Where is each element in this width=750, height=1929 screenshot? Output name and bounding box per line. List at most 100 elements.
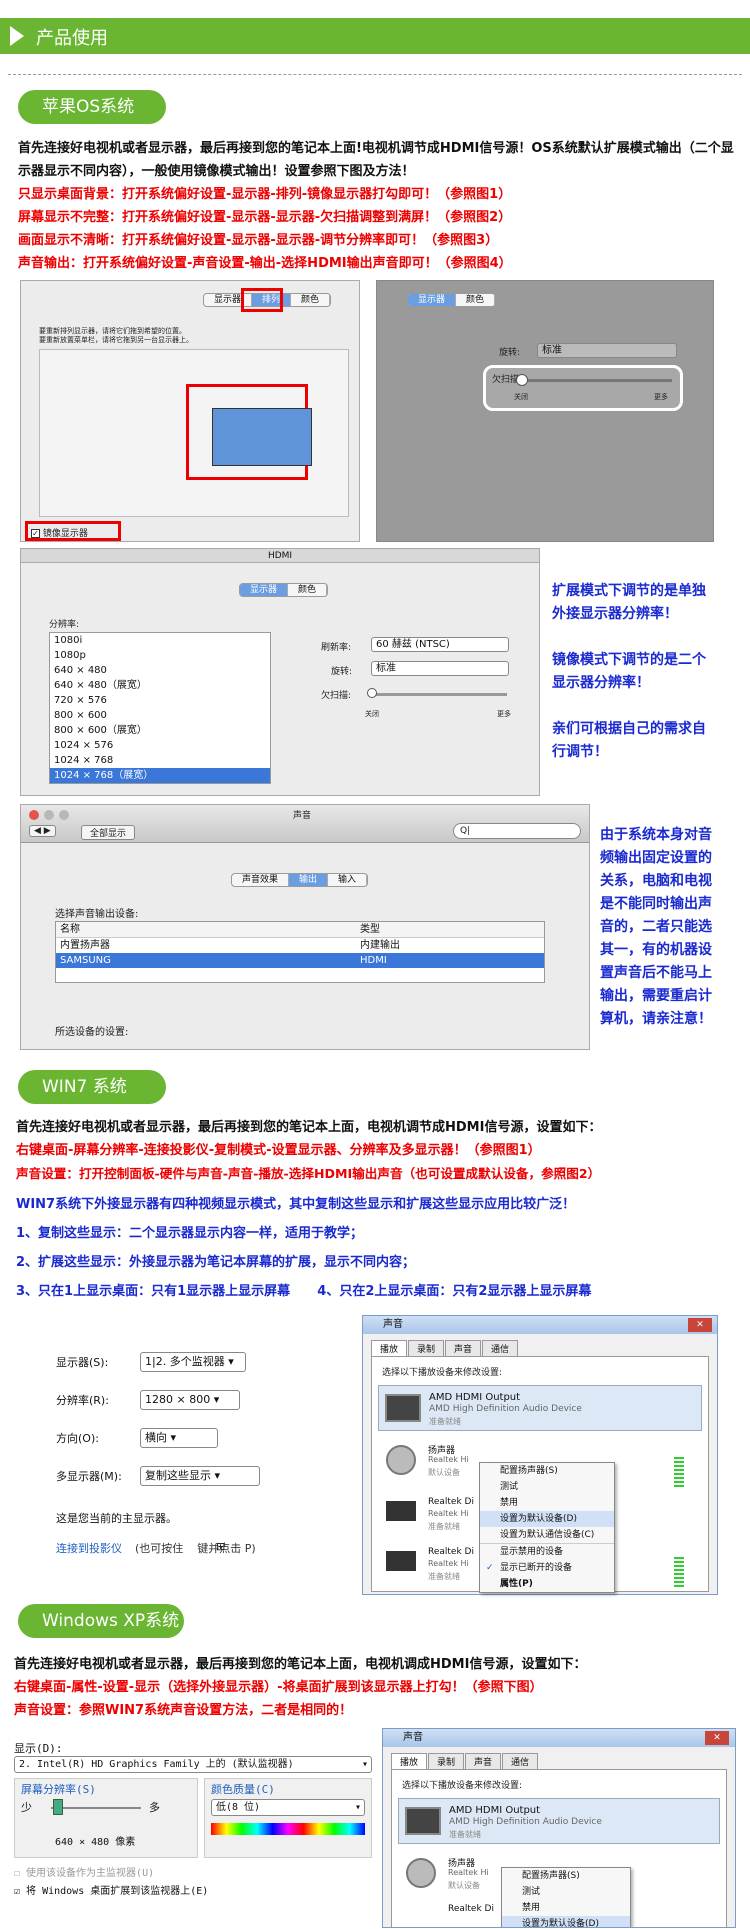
context-menu-item[interactable]: 设置为默认设备(D) — [480, 1511, 614, 1527]
refresh-select[interactable]: 60 赫兹 (NTSC) — [371, 637, 509, 652]
win7-mode-1: 1、复制这些显示：二个显示器显示内容一样，适用于教学； — [16, 1226, 364, 1241]
connect-projector-link[interactable]: 连接到投影仪 — [56, 1540, 122, 1556]
resolution-list[interactable]: 1080i 1080p 640 × 480 640 × 480（展宽） 720 × 57… — [49, 632, 271, 784]
xp-section-pill: Windows XP系统 — [18, 1604, 184, 1638]
underscan-slider-thumb[interactable] — [516, 374, 528, 386]
color-quality-select[interactable]: 低(8 位) ▾ — [211, 1799, 365, 1816]
tab-1[interactable]: 录制 — [428, 1753, 465, 1769]
underscan-slider-track[interactable] — [373, 693, 507, 696]
tab-display[interactable]: 显示器 — [408, 294, 457, 306]
resolution-option[interactable]: 800 × 600（展宽） — [50, 723, 270, 738]
primary-monitor-checkbox[interactable]: ☐ 使用该设备作为主监视器(U) — [14, 1864, 154, 1879]
resolution-option[interactable]: 1024 × 768（展宽） — [50, 768, 270, 783]
close-icon[interactable] — [29, 810, 39, 820]
resolution-label: 分辨率(R): — [56, 1394, 109, 1407]
projector-hint: (也可按住 键并点击 P) — [135, 1542, 256, 1555]
tab-color[interactable]: 颜色 — [456, 294, 496, 306]
device-state: 准备就绪 — [428, 1522, 460, 1531]
context-menu-item[interactable]: 测试 — [480, 1479, 614, 1495]
resolution-option[interactable]: 720 × 576 — [50, 693, 270, 708]
titlebar: 声音 ◀ ▶ 全部显示 Q| — [21, 805, 589, 843]
highlight-box — [241, 288, 283, 312]
tab-1[interactable]: 录制 — [408, 1340, 445, 1356]
resolution-select[interactable]: 1280 × 800 ▾ — [140, 1390, 240, 1410]
resolution-slider-thumb[interactable] — [53, 1799, 63, 1815]
underscan-slider-track[interactable] — [522, 379, 672, 382]
resolution-option[interactable]: 640 × 480 — [50, 663, 270, 678]
context-menu-item[interactable]: 配置扬声器(S) — [480, 1463, 614, 1479]
minimize-icon[interactable] — [44, 810, 54, 820]
resolution-option[interactable]: 800 × 600 — [50, 708, 270, 723]
tab-sound-effects[interactable]: 声音效果 — [232, 874, 290, 886]
table-row-selected[interactable]: SAMSUNG HDMI — [56, 953, 544, 968]
rotate-select[interactable]: 标准 — [371, 661, 509, 676]
context-menu-item[interactable]: 禁用 — [502, 1900, 630, 1916]
mac-arrange-window: 显示器 排列 颜色 要重新排列显示器，请将它们拖到希望的位置。 要重新放置菜单栏… — [20, 280, 360, 542]
device-row-selected[interactable]: AMD HDMI Output AMD High Definition Audi… — [378, 1385, 702, 1431]
resolution-option[interactable]: 1080i — [50, 633, 270, 648]
context-menu-item[interactable]: 属性(P) — [480, 1576, 614, 1592]
checkbox-icon[interactable]: ✓ — [31, 529, 40, 538]
rotate-select[interactable]: 标准 — [537, 343, 677, 358]
orientation-value: 横向 — [145, 1431, 167, 1444]
resolution-option[interactable]: 640 × 480（展宽） — [50, 678, 270, 693]
display-select[interactable]: 2. Intel(R) HD Graphics Family 上的 (默认监视器… — [14, 1756, 372, 1773]
digital-output-icon — [386, 1551, 416, 1571]
tab-0[interactable]: 播放 — [391, 1753, 428, 1769]
mirror-checkbox-row[interactable]: ✓ 镜像显示器 — [31, 526, 88, 539]
device-row-selected[interactable]: AMD HDMI Output AMD High Definition Audi… — [398, 1798, 720, 1844]
tab-display[interactable]: 显示器 — [240, 584, 289, 596]
tab-input[interactable]: 输入 — [328, 874, 368, 886]
tab-output[interactable]: 输出 — [289, 874, 329, 886]
note-line: 亲们可根据自己的需求自 — [552, 721, 706, 737]
zoom-icon[interactable] — [59, 810, 69, 820]
tab-color[interactable]: 颜色 — [288, 584, 328, 596]
selected-device-settings-label: 所选设备的设置: — [55, 1027, 129, 1038]
context-menu-item[interactable]: 显示禁用的设备 — [480, 1543, 614, 1560]
windows-logo-icon: ⊞ — [216, 1540, 226, 1553]
device-sub: AMD High Definition Audio Device — [429, 1404, 582, 1414]
underscan-slider-thumb[interactable] — [367, 688, 377, 698]
slider-min-label: 关闭 — [514, 393, 528, 401]
output-device-table[interactable]: 名称 类型 内置扬声器 内建输出 SAMSUNG HDMI — [55, 921, 545, 983]
table-row[interactable]: 内置扬声器 内建输出 — [56, 938, 544, 953]
extend-desktop-checkbox[interactable]: ☑ 将 Windows 桌面扩展到该监视器上(E) — [14, 1882, 208, 1897]
prompt: 选择以下播放设备来修改设置: — [402, 1781, 523, 1791]
show-all-button[interactable]: 全部显示 — [81, 825, 136, 840]
tab-color[interactable]: 颜色 — [291, 294, 331, 306]
device-sub: Realtek Hi — [428, 1455, 469, 1464]
underscan-highlight: 欠扫描 关闭 更多 — [483, 365, 683, 411]
close-icon[interactable]: ✕ — [688, 1318, 712, 1332]
digital-output-icon — [386, 1501, 416, 1521]
tab-2[interactable]: 声音 — [465, 1753, 502, 1769]
context-menu-item[interactable]: 显示已断开的设备 ✓ — [480, 1560, 614, 1576]
context-menu-item[interactable]: 设置为默认通信设备(C) — [480, 1527, 614, 1543]
refresh-label: 刷新率: — [321, 643, 352, 653]
search-input[interactable]: Q| — [453, 823, 581, 839]
tab-2[interactable]: 声音 — [445, 1340, 482, 1356]
context-menu-item[interactable]: 配置扬声器(S) — [502, 1868, 630, 1884]
arrange-canvas — [39, 349, 349, 517]
tab-3[interactable]: 通信 — [502, 1753, 539, 1769]
tab-0[interactable]: 播放 — [371, 1340, 408, 1356]
mirror-label: 镜像显示器 — [42, 529, 88, 539]
resolution-option[interactable]: 1024 × 768 — [50, 753, 270, 768]
device-type: 内建输出 — [360, 940, 400, 951]
resolution-slider-track[interactable] — [51, 1807, 141, 1809]
display-select[interactable]: 1|2. 多个监视器 ▾ — [140, 1352, 246, 1372]
context-menu-item[interactable]: 设置为默认设备(D) — [502, 1916, 630, 1927]
close-icon[interactable]: ✕ — [705, 1731, 729, 1745]
back-forward-buttons[interactable]: ◀ ▶ — [29, 825, 56, 837]
context-menu-item[interactable]: 禁用 — [480, 1495, 614, 1511]
display-thumbnail[interactable] — [212, 408, 312, 466]
color-quality-group: 颜色质量(C) 低(8 位) ▾ — [204, 1778, 372, 1858]
note-line: 镜像模式下调节的是二个 — [552, 652, 706, 668]
resolution-option[interactable]: 1024 × 576 — [50, 738, 270, 753]
multi-display-select[interactable]: 复制这些显示 ▾ — [140, 1466, 260, 1486]
mac-section-pill: 苹果OS系统 — [18, 90, 166, 124]
orientation-select[interactable]: 横向 ▾ — [140, 1428, 218, 1448]
monitor-icon — [405, 1807, 441, 1835]
resolution-option[interactable]: 1080p — [50, 648, 270, 663]
context-menu-item[interactable]: 测试 — [502, 1884, 630, 1900]
tab-3[interactable]: 通信 — [482, 1340, 519, 1356]
